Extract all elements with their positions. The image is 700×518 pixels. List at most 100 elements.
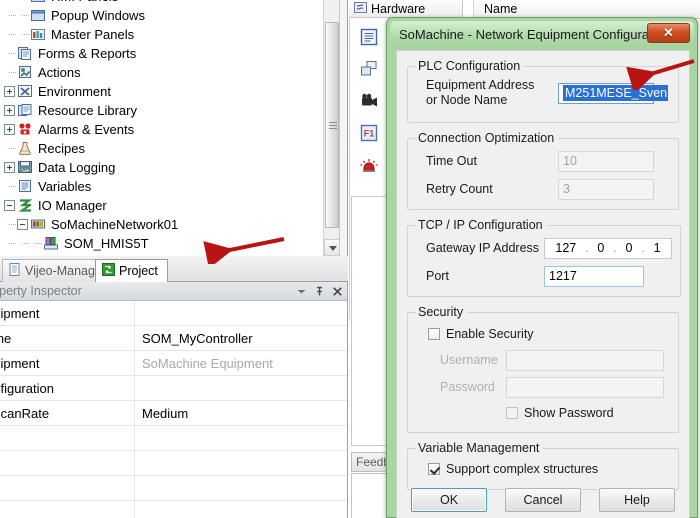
tcpip-configuration-legend: TCP / IP Configuration [418, 218, 543, 232]
support-complex-structures-label: Support complex structures [446, 462, 599, 476]
property-row[interactable]: quipment SoMachine Equipment [0, 351, 347, 376]
enable-security-checkbox[interactable] [428, 328, 440, 340]
property-value-cell[interactable] [135, 501, 347, 518]
property-row[interactable]: quipment [0, 301, 347, 326]
property-value-cell[interactable]: SOM_MyController [135, 326, 347, 350]
tree-indent-guide [30, 234, 43, 253]
tree-item-recipes[interactable]: Recipes [0, 139, 322, 158]
property-value-cell[interactable] [135, 426, 347, 450]
close-icon[interactable] [332, 286, 343, 297]
tree-indent-guide [17, 6, 30, 25]
property-row[interactable]: ame SOM_MyController [0, 326, 347, 351]
property-row[interactable]: ScanRate Medium [0, 401, 347, 426]
property-row[interactable] [0, 451, 347, 476]
property-value-cell[interactable]: SoMachine Equipment [135, 351, 347, 375]
collapse-icon[interactable] [4, 200, 15, 211]
dialog-titlebar[interactable]: SoMachine - Network Equipment Configurat… [390, 21, 694, 47]
tree-item-forms-reports[interactable]: Forms & Reports [0, 44, 322, 63]
tree-item-somachinenetwork01[interactable]: SoMachineNetwork01 [0, 215, 322, 234]
pin-icon[interactable] [314, 286, 325, 297]
expand-icon[interactable] [4, 162, 15, 173]
help-button[interactable]: Help [599, 488, 675, 512]
equipment-address-input[interactable]: M251MESE_Sven [558, 82, 669, 104]
gateway-ip-input[interactable]: 127 . 0 . 0 . 1 [544, 237, 672, 259]
f1-help-icon[interactable]: F1 [358, 122, 380, 144]
ok-button[interactable]: OK [411, 488, 487, 512]
ip-octet-1: 127 [555, 241, 577, 255]
property-row[interactable]: onfiguration [0, 376, 347, 401]
cancel-button[interactable]: Cancel [505, 488, 581, 512]
tree-vertical-scrollbar[interactable] [323, 0, 340, 256]
tree-indent-guide [4, 177, 17, 196]
ip-octet-4: 1 [653, 241, 661, 255]
camera-icon[interactable] [358, 90, 380, 112]
project-tree[interactable]: HMI PanelsPopup WindowsMaster PanelsForm… [0, 0, 322, 256]
port-value: 1217 [549, 269, 577, 283]
scrollbar-thumb[interactable] [325, 22, 339, 228]
list-icon[interactable] [358, 26, 380, 48]
tree-item-alarms-events[interactable]: Alarms & Events [0, 120, 322, 139]
recipes-icon [17, 141, 34, 157]
expand-icon[interactable] [4, 124, 15, 135]
tab-project[interactable]: Project [95, 259, 168, 282]
tree-indent-guide [4, 6, 17, 25]
tree-item-resource-library[interactable]: Resource Library [0, 101, 322, 120]
tree-item-data-logging[interactable]: Data Logging [0, 158, 322, 177]
retry-count-input[interactable]: 3 [558, 178, 654, 200]
property-name-cell: quipment [0, 351, 135, 375]
property-grid[interactable]: quipment ame SOM_MyController quipment SoMac… [0, 301, 347, 518]
property-name-cell: onfiguration [0, 376, 135, 400]
timeout-input[interactable]: 10 [558, 150, 654, 172]
scrollbar-grip [329, 122, 337, 129]
property-value-cell[interactable] [135, 376, 347, 400]
property-name-cell [0, 476, 135, 500]
variable-management-legend: Variable Management [418, 441, 540, 455]
password-label: Password [440, 380, 495, 394]
tree-item-actions[interactable]: Actions [0, 63, 322, 82]
windows-icon[interactable] [358, 58, 380, 80]
property-value-cell[interactable] [135, 476, 347, 500]
tree-item-label: Actions [38, 65, 81, 80]
tab-label: Project [119, 264, 158, 278]
document-icon [9, 263, 21, 279]
variable-management-group: Variable Management Support complex stru… [407, 441, 679, 490]
password-input[interactable] [506, 376, 664, 398]
ip-octet-3: 0 [625, 241, 633, 255]
property-row[interactable] [0, 426, 347, 451]
tree-item-label: Alarms & Events [38, 122, 135, 137]
alarm-bell-icon[interactable] [358, 154, 380, 176]
hardware-header[interactable]: Hardware [349, 0, 463, 18]
tree-indent-guide [4, 63, 17, 82]
property-value-cell[interactable] [135, 451, 347, 475]
property-name: ScanRate [0, 405, 50, 421]
security-group: Security Enable Security Username Passwo… [407, 305, 679, 433]
expand-icon[interactable] [4, 86, 15, 97]
tree-indent-guide [4, 234, 17, 253]
tree-item-io-manager[interactable]: IO Manager [0, 196, 322, 215]
port-label: Port [426, 269, 449, 283]
property-row[interactable] [0, 501, 347, 518]
property-name-cell [0, 451, 135, 475]
connection-optimization-legend: Connection Optimization [418, 131, 555, 145]
property-value-cell[interactable]: Medium [135, 401, 347, 425]
support-complex-structures-checkbox[interactable] [428, 463, 440, 475]
tree-item-master-panels[interactable]: Master Panels [0, 25, 322, 44]
gateway-ip-label: Gateway IP Address [426, 241, 540, 255]
close-icon[interactable]: ✕ [647, 23, 690, 43]
name-column-label: Name [484, 2, 518, 16]
property-value-cell[interactable] [135, 301, 347, 325]
rail-separator [349, 19, 350, 319]
username-input[interactable] [506, 349, 664, 371]
scrollbar-down-arrow[interactable] [324, 239, 340, 256]
port-input[interactable]: 1217 [544, 265, 644, 287]
tree-item-environment[interactable]: Environment [0, 82, 322, 101]
collapse-icon[interactable] [17, 219, 28, 230]
expand-icon[interactable] [4, 105, 15, 116]
tree-item-popup-windows[interactable]: Popup Windows [0, 6, 322, 25]
chevron-down-icon[interactable] [296, 286, 307, 297]
tree-item-label: Recipes [38, 141, 85, 156]
show-password-checkbox[interactable] [506, 407, 518, 419]
tree-item-som-hmis5t[interactable]: SOM_HMIS5T [0, 234, 322, 253]
tree-item-variables[interactable]: Variables [0, 177, 322, 196]
property-row[interactable] [0, 476, 347, 501]
